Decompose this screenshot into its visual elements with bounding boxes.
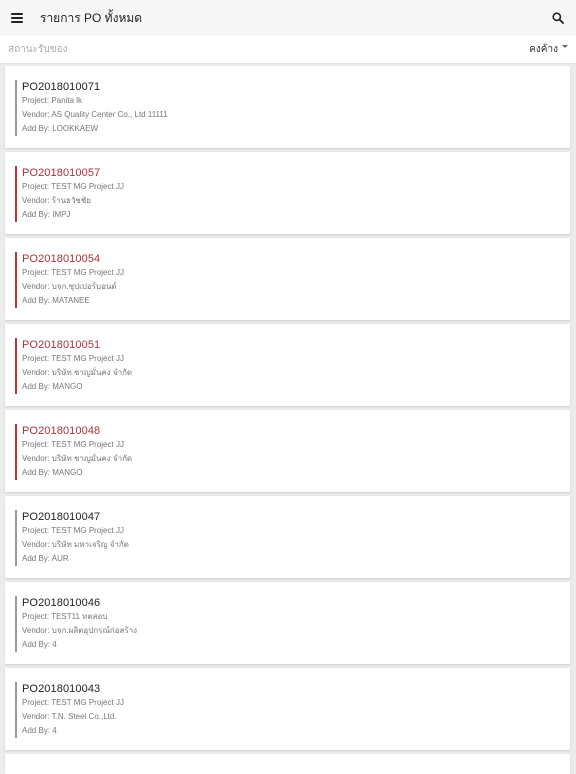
po-project: Project: TEST MG Project JJ bbox=[22, 698, 124, 707]
po-added-by: Add By: IMPJ bbox=[22, 210, 71, 219]
po-vendor: Vendor: บริษัท ชาญมั่นคง จำกัด bbox=[22, 454, 133, 463]
filter-bar: สถานะรับของ คงค้าง bbox=[0, 36, 576, 64]
po-card[interactable]: PO2018010057 Project: TEST MG Project JJ V… bbox=[5, 152, 570, 234]
status-indicator-bar bbox=[15, 510, 17, 566]
status-indicator-bar bbox=[15, 166, 17, 222]
po-card[interactable]: PO2018010048 Project: TEST MG Project JJ V… bbox=[5, 410, 570, 492]
status-filter-dropdown[interactable]: คงค้าง bbox=[529, 42, 568, 57]
po-added-by: Add By: 4 bbox=[22, 726, 57, 735]
status-indicator-bar bbox=[15, 596, 17, 652]
po-number: PO2018010071 bbox=[22, 81, 101, 93]
po-vendor: Vendor: บจก.ซุปเปอร์บอนด์ bbox=[22, 282, 117, 291]
po-card[interactable]: PO2018010071 Project: Panita lk Vendor: AS… bbox=[5, 66, 570, 148]
menu-icon bbox=[11, 13, 23, 23]
app-bar: รายการ PO ทั้งหมด bbox=[0, 0, 576, 36]
status-indicator-bar bbox=[15, 252, 17, 308]
po-list: PO2018010071 Project: Panita lk Vendor: AS… bbox=[0, 66, 576, 754]
po-number: PO2018010047 bbox=[22, 511, 101, 523]
po-card-content: PO2018010057 Project: TEST MG Project JJ V… bbox=[22, 166, 124, 222]
po-added-by: Add By: 4 bbox=[22, 640, 57, 649]
partial-card[interactable] bbox=[5, 754, 570, 774]
po-number: PO2018010051 bbox=[22, 339, 101, 351]
po-number: PO2018010057 bbox=[22, 167, 101, 179]
po-number: PO2018010046 bbox=[22, 597, 101, 609]
status-indicator-bar bbox=[15, 80, 17, 136]
po-number: PO2018010043 bbox=[22, 683, 101, 695]
page-title: รายการ PO ทั้งหมด bbox=[40, 10, 143, 25]
po-vendor: Vendor: T.N. Steel Co.,Ltd. bbox=[22, 712, 117, 721]
po-card[interactable]: PO2018010043 Project: TEST MG Project JJ V… bbox=[5, 668, 570, 750]
po-added-by: Add By: MANGO bbox=[22, 468, 83, 477]
po-added-by: Add By: MANGO bbox=[22, 382, 83, 391]
filter-label: สถานะรับของ bbox=[8, 44, 68, 55]
po-card-content: PO2018010043 Project: TEST MG Project JJ V… bbox=[22, 682, 124, 738]
po-added-by: Add By: AUR bbox=[22, 554, 69, 563]
po-vendor: Vendor: AS Quality Center Co., Ltd 11111 bbox=[22, 110, 168, 119]
status-indicator-bar bbox=[15, 338, 17, 394]
po-card[interactable]: PO2018010051 Project: TEST MG Project JJ V… bbox=[5, 324, 570, 406]
po-card[interactable]: PO2018010054 Project: TEST MG Project JJ V… bbox=[5, 238, 570, 320]
status-filter-value: คงค้าง bbox=[529, 44, 558, 55]
po-number: PO2018010048 bbox=[22, 425, 101, 437]
po-card-content: PO2018010051 Project: TEST MG Project JJ V… bbox=[22, 338, 132, 394]
po-project: Project: TEST MG Project JJ bbox=[22, 526, 124, 535]
po-vendor: Vendor: บจก.ผลิตอุปกรณ์ก่อสร้าง bbox=[22, 626, 138, 635]
po-project: Project: TEST11 ทดสอบ bbox=[22, 612, 108, 621]
po-project: Project: TEST MG Project JJ bbox=[22, 182, 124, 191]
po-added-by: Add By: MATANEE bbox=[22, 296, 90, 305]
po-project: Project: TEST MG Project JJ bbox=[22, 268, 124, 277]
po-project: Project: TEST MG Project JJ bbox=[22, 354, 124, 363]
po-project: Project: TEST MG Project JJ bbox=[22, 440, 124, 449]
po-card-content: PO2018010054 Project: TEST MG Project JJ V… bbox=[22, 252, 124, 308]
po-card-content: PO2018010047 Project: TEST MG Project JJ V… bbox=[22, 510, 129, 566]
po-card-content: PO2018010071 Project: Panita lk Vendor: AS… bbox=[22, 80, 168, 136]
po-card-content: PO2018010046 Project: TEST11 ทดสอบ Vendor:… bbox=[22, 596, 137, 652]
search-icon bbox=[552, 12, 564, 24]
po-card[interactable]: PO2018010046 Project: TEST11 ทดสอบ Vendor:… bbox=[5, 582, 570, 664]
menu-button[interactable] bbox=[0, 0, 34, 36]
dropdown-caret-icon bbox=[562, 45, 568, 48]
po-project: Project: Panita lk bbox=[22, 96, 83, 105]
po-number: PO2018010054 bbox=[22, 253, 101, 265]
po-card-content: PO2018010048 Project: TEST MG Project JJ V… bbox=[22, 424, 132, 480]
status-indicator-bar bbox=[15, 424, 17, 480]
po-vendor: Vendor: ร้านธวัชชัย bbox=[22, 196, 91, 205]
status-indicator-bar bbox=[15, 682, 17, 738]
po-card[interactable]: PO2018010047 Project: TEST MG Project JJ V… bbox=[5, 496, 570, 578]
po-vendor: Vendor: บริษัท มหาเจริญ จำกัด bbox=[22, 540, 129, 549]
po-vendor: Vendor: บริษัท ชาญมั่นคง จำกัด bbox=[22, 368, 133, 377]
po-added-by: Add By: LOOKKAEW bbox=[22, 124, 99, 133]
search-button[interactable] bbox=[546, 6, 570, 30]
